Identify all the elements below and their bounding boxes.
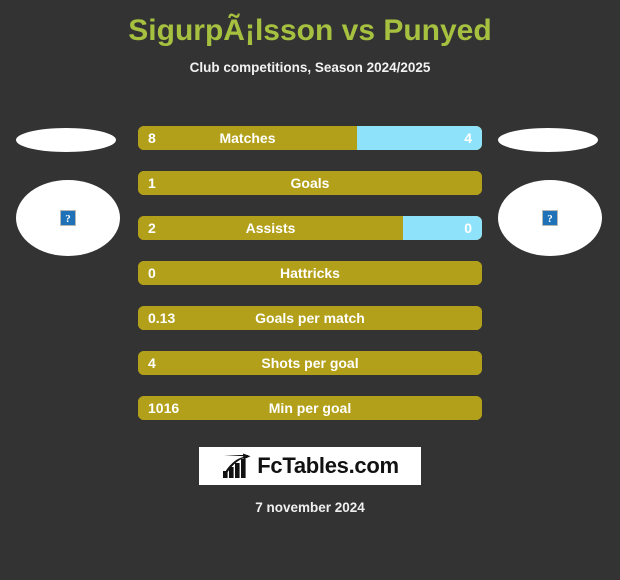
fctables-logo-text: FcTables.com [257, 453, 399, 478]
stat-label: Goals per match [255, 310, 365, 326]
stat-row: 8 4 Matches [138, 126, 482, 150]
stat-row: 1016 Min per goal [138, 396, 482, 420]
fctables-logo[interactable]: FcTables.com [199, 447, 421, 485]
right-team-flag-placeholder [498, 128, 598, 152]
stat-label: Matches [219, 130, 276, 146]
stat-row: 1 Goals [138, 171, 482, 195]
right-team-crest-placeholder: ? [498, 180, 602, 256]
right-team-graphics: ? [490, 120, 610, 260]
left-team-graphics: ? [8, 120, 128, 260]
page-subtitle: Club competitions, Season 2024/2025 [189, 60, 431, 75]
generated-date: 7 november 2024 [255, 500, 365, 515]
stat-label: Min per goal [268, 400, 352, 416]
stat-row: 0.13 Goals per match [138, 306, 482, 330]
broken-image-icon: ? [60, 210, 76, 226]
stat-right-value: 0 [464, 220, 472, 236]
stat-comparison-chart: 8 4 Matches 1 Goals 2 0 Assists 0 Hattricks 0.13 Go… [138, 126, 482, 441]
stat-row: 4 Shots per goal [138, 351, 482, 375]
left-team-flag-placeholder [16, 128, 116, 152]
stat-right-value: 4 [464, 130, 472, 146]
stat-label: Goals [290, 175, 330, 191]
bar-chart-arrow-icon [223, 453, 251, 478]
stat-label: Shots per goal [261, 355, 359, 371]
stat-label: Hattricks [280, 265, 340, 281]
stat-row: 0 Hattricks [138, 261, 482, 285]
stat-label: Assists [245, 220, 296, 236]
page-title: SigurpÃ¡lsson vs Punyed [128, 14, 492, 47]
broken-image-icon: ? [542, 210, 558, 226]
stat-row: 2 0 Assists [138, 216, 482, 240]
left-team-crest-placeholder: ? [16, 180, 120, 256]
